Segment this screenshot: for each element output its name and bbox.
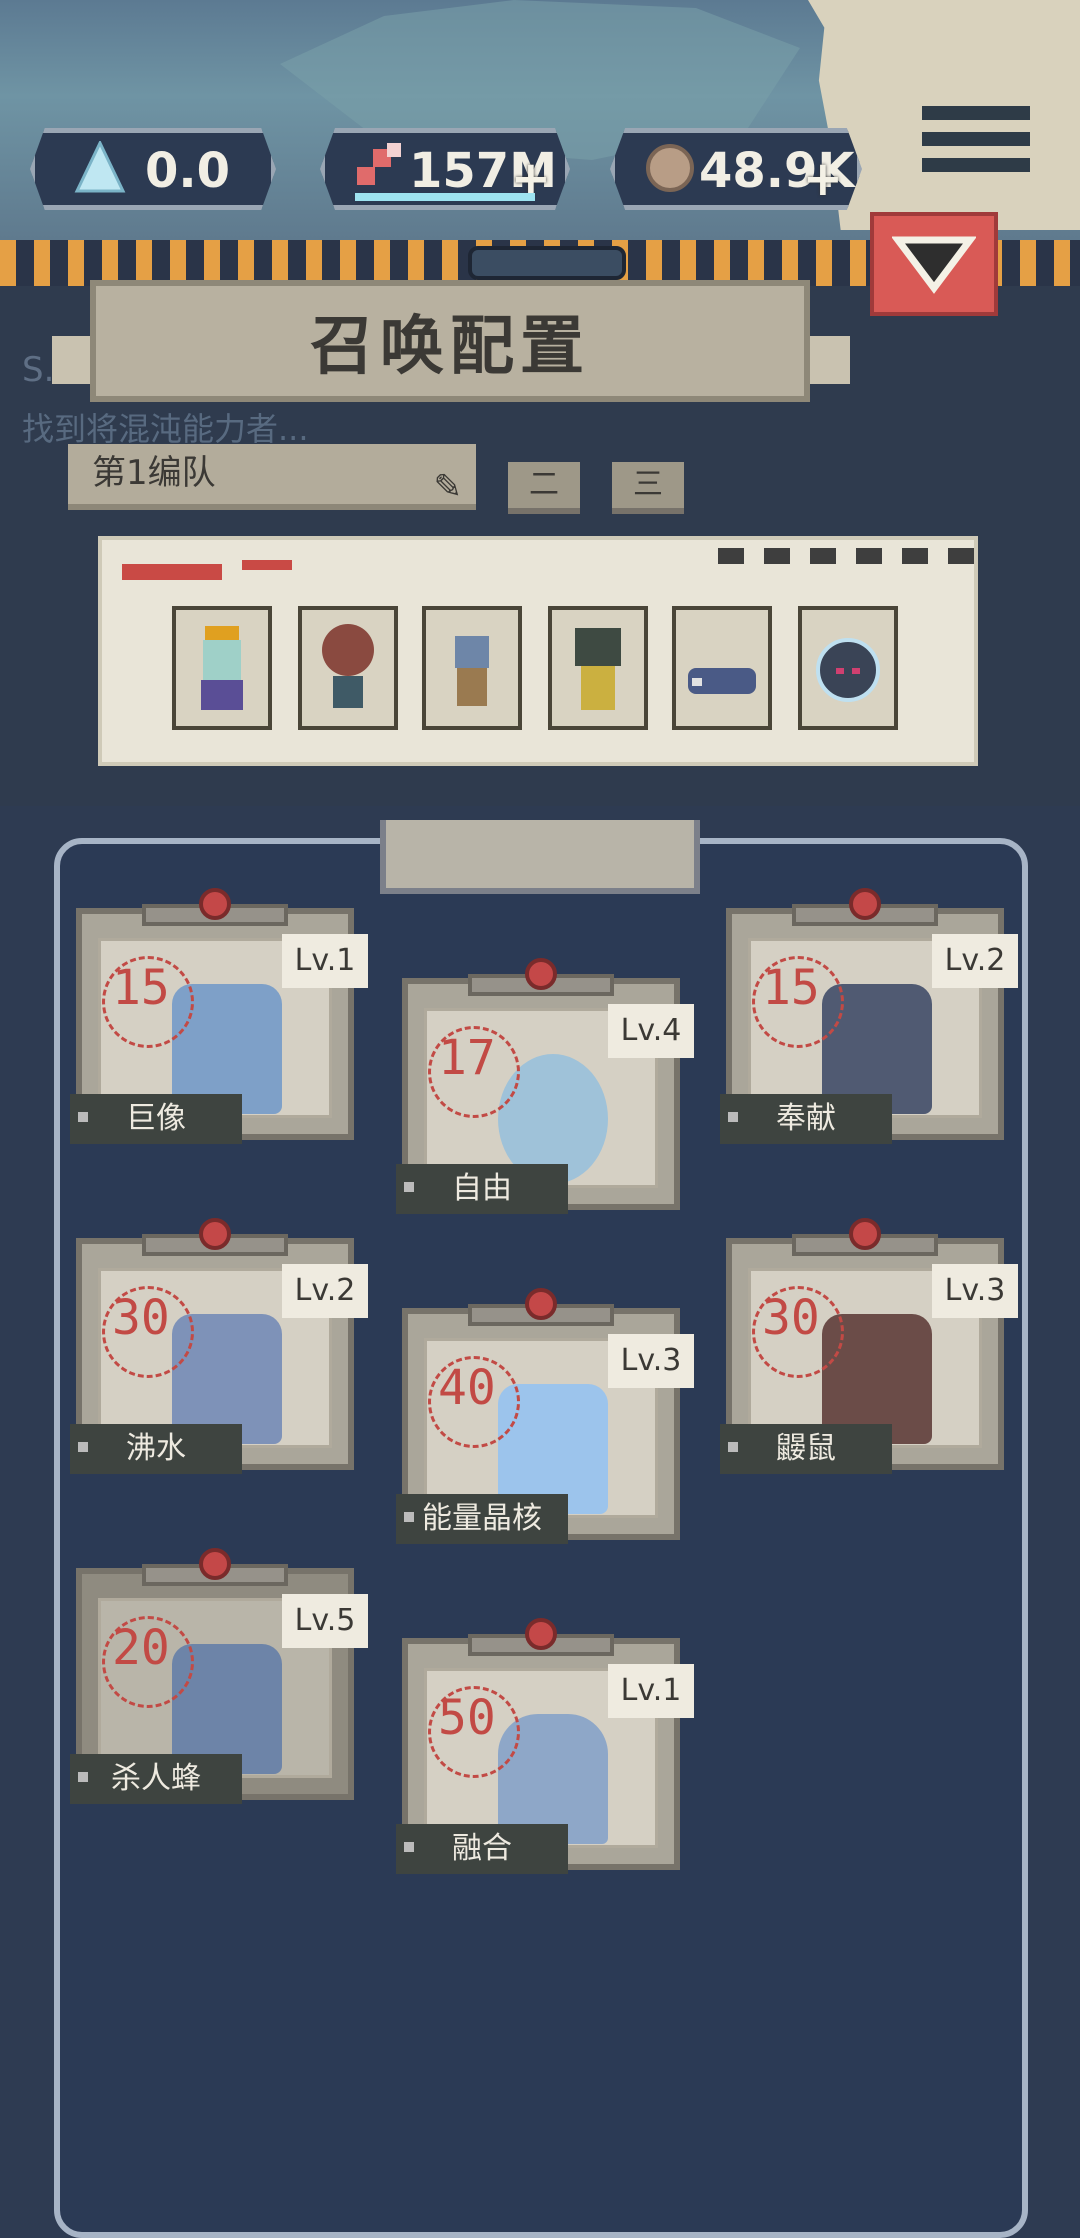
squad-slot-2[interactable] — [298, 606, 398, 730]
squad-slot-4[interactable] — [548, 606, 648, 730]
squad-slot-1[interactable] — [172, 606, 272, 730]
card-pin — [525, 1288, 557, 1320]
card-cost: 15 — [112, 960, 170, 1016]
card-level: Lv.4 — [608, 1004, 694, 1058]
ore-icon — [646, 144, 694, 192]
summon-sprite — [688, 668, 756, 694]
card-name: 鼹鼠 — [720, 1424, 892, 1474]
card-pin — [525, 1618, 557, 1650]
page-title: 召唤配置 — [90, 280, 810, 402]
squad-slot-3[interactable] — [422, 606, 522, 730]
hazard-center-plate — [468, 246, 626, 280]
card-level: Lv.3 — [932, 1264, 1018, 1318]
summon-sprite — [201, 626, 243, 710]
collapse-button[interactable] — [870, 212, 998, 316]
card-cost: 30 — [762, 1290, 820, 1346]
summon-sprite — [322, 624, 374, 708]
summon-card[interactable]: 15 Lv.2 奉献 — [720, 888, 1018, 1144]
hamburger-menu-icon[interactable] — [922, 106, 1030, 190]
triangle-down-icon — [892, 236, 976, 294]
team-tab-3[interactable]: 三 — [612, 462, 684, 514]
summon-card[interactable]: 17 Lv.4 自由 — [396, 958, 694, 1214]
squad-red-mark — [122, 564, 222, 580]
card-level: Lv.2 — [282, 1264, 368, 1318]
summon-sprite — [575, 628, 621, 710]
squad-panel — [98, 536, 978, 766]
card-pin — [525, 958, 557, 990]
card-cost: 40 — [438, 1360, 496, 1416]
card-level: Lv.1 — [282, 934, 368, 988]
squad-slot-5[interactable] — [672, 606, 772, 730]
card-pin — [849, 888, 881, 920]
card-name: 巨像 — [70, 1094, 242, 1144]
edit-icon[interactable]: ✎ — [434, 458, 463, 516]
card-cost: 50 — [438, 1690, 496, 1746]
card-name: 奉献 — [720, 1094, 892, 1144]
squad-capacity-dots — [718, 548, 974, 564]
card-name: 自由 — [396, 1164, 568, 1214]
card-cost: 30 — [112, 1290, 170, 1346]
ore-plus-button[interactable]: + — [803, 151, 843, 207]
card-name: 沸水 — [70, 1424, 242, 1474]
card-level: Lv.1 — [608, 1664, 694, 1718]
card-cost: 20 — [112, 1620, 170, 1676]
summon-card[interactable]: 30 Lv.2 沸水 — [70, 1218, 368, 1474]
card-level: Lv.3 — [608, 1334, 694, 1388]
card-level: Lv.2 — [932, 934, 1018, 988]
crystal-icon — [74, 141, 126, 193]
summon-card[interactable]: 30 Lv.3 鼹鼠 — [720, 1218, 1018, 1474]
summon-card[interactable]: 40 Lv.3 能量晶核 — [396, 1288, 694, 1544]
card-pin — [199, 1218, 231, 1250]
currency-gene[interactable]: 157M + — [320, 128, 570, 210]
crystal-value: 0.0 — [145, 143, 231, 199]
card-name: 能量晶核 — [396, 1494, 568, 1544]
gene-bar — [355, 193, 535, 201]
summon-card[interactable]: 15 Lv.1 巨像 — [70, 888, 368, 1144]
card-cost: 17 — [438, 1030, 496, 1086]
team-selector[interactable]: 第1编队 ✎ — [68, 444, 476, 510]
card-name: 融合 — [396, 1824, 568, 1874]
summon-card[interactable]: 20 Lv.5 杀人蜂 — [70, 1548, 368, 1804]
summon-sprite — [816, 638, 880, 702]
summon-sprite — [455, 636, 489, 706]
card-pin — [849, 1218, 881, 1250]
currency-ore[interactable]: 48.9K + — [610, 128, 862, 210]
team-tab-2[interactable]: 二 — [508, 462, 580, 514]
card-pin — [199, 888, 231, 920]
card-name: 杀人蜂 — [70, 1754, 242, 1804]
roster-handle — [380, 820, 700, 894]
squad-slot-6[interactable] — [798, 606, 898, 730]
team-selected-label: 第1编队 — [92, 453, 216, 493]
squad-red-mark-small — [242, 560, 292, 570]
card-level: Lv.5 — [282, 1594, 368, 1648]
card-cost: 15 — [762, 960, 820, 1016]
card-pin — [199, 1548, 231, 1580]
dna-icon — [357, 143, 401, 185]
summon-card[interactable]: 50 Lv.1 融合 — [396, 1618, 694, 1874]
currency-crystal: 0.0 — [30, 128, 276, 210]
